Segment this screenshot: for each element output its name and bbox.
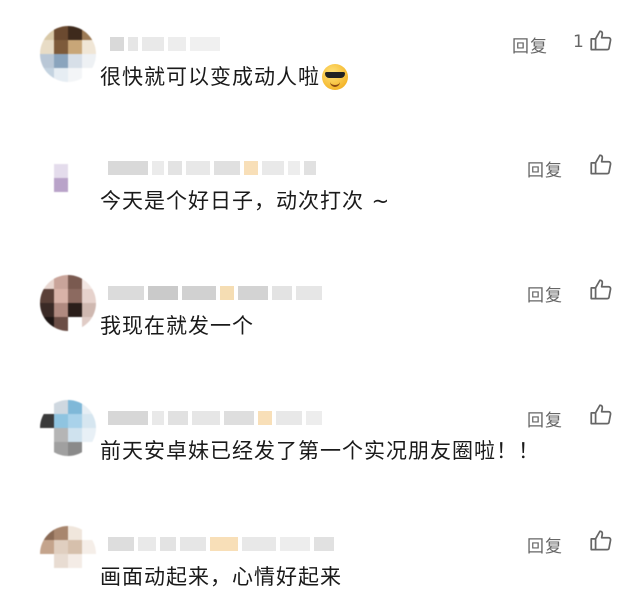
username-redacted[interactable] bbox=[108, 156, 316, 180]
thumbs-up-outline-icon[interactable] bbox=[588, 277, 614, 303]
username-redacted[interactable] bbox=[108, 532, 334, 556]
comment-item: 今天是个好日子，动次打次 ~ 回复 bbox=[0, 150, 640, 260]
comment-text-content: 很快就可以变成动人啦 bbox=[100, 65, 320, 89]
comment-list: 很快就可以变成动人啦 回复 1 今天是个好日子，动次打次 ~ 回复 我现在就发一… bbox=[0, 0, 640, 615]
username-redacted[interactable] bbox=[110, 32, 220, 56]
reply-button[interactable]: 回复 bbox=[527, 156, 563, 181]
avatar[interactable] bbox=[40, 400, 96, 456]
avatar[interactable] bbox=[40, 275, 96, 331]
avatar[interactable] bbox=[40, 526, 96, 582]
thumbs-up-outline-icon[interactable] bbox=[588, 402, 614, 428]
smiling-face-with-sunglasses-icon bbox=[322, 64, 348, 90]
comment-text: 今天是个好日子，动次打次 ~ bbox=[100, 186, 390, 216]
thumbs-up-outline-icon[interactable] bbox=[588, 152, 614, 178]
thumbs-up-outline-icon[interactable] bbox=[588, 28, 614, 54]
comment-text-content: 前天安卓妹已经发了第一个实况朋友圈啦！！ bbox=[100, 439, 540, 463]
comment-text: 前天安卓妹已经发了第一个实况朋友圈啦！！ bbox=[100, 436, 540, 466]
reply-button[interactable]: 回复 bbox=[527, 406, 563, 431]
comment-item: 我现在就发一个 回复 bbox=[0, 275, 640, 385]
reply-button[interactable]: 回复 bbox=[512, 32, 548, 57]
like-count: 1 bbox=[573, 32, 584, 52]
username-redacted[interactable] bbox=[108, 281, 322, 305]
comment-text-content: 今天是个好日子，动次打次 ~ bbox=[100, 189, 391, 213]
comment-item: 画面动起来，心情好起来 回复 bbox=[0, 526, 640, 615]
comment-item: 前天安卓妹已经发了第一个实况朋友圈啦！！ 回复 bbox=[0, 400, 640, 510]
avatar[interactable] bbox=[40, 26, 96, 82]
reply-button[interactable]: 回复 bbox=[527, 532, 563, 557]
username-redacted[interactable] bbox=[108, 406, 322, 430]
comment-text-content: 我现在就发一个 bbox=[100, 314, 254, 338]
comment-text: 画面动起来，心情好起来 bbox=[100, 562, 342, 592]
comment-item: 很快就可以变成动人啦 回复 1 bbox=[0, 26, 640, 136]
thumbs-up-outline-icon[interactable] bbox=[588, 528, 614, 554]
comment-text-content: 画面动起来，心情好起来 bbox=[100, 565, 342, 589]
comment-text: 很快就可以变成动人啦 bbox=[100, 62, 348, 92]
reply-button[interactable]: 回复 bbox=[527, 281, 563, 306]
avatar[interactable] bbox=[40, 150, 96, 206]
comment-text: 我现在就发一个 bbox=[100, 311, 254, 341]
